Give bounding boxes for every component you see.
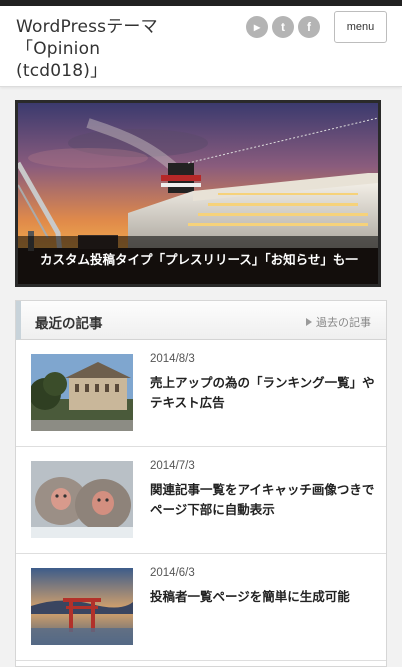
site-title[interactable]: WordPressテーマ「Opinion (tcd018)」: [16, 16, 186, 82]
twitter-icon[interactable]: t: [272, 16, 294, 38]
menu-button[interactable]: menu: [334, 11, 387, 43]
archive-link[interactable]: 過去の記事: [306, 314, 371, 330]
post-date: 2014/7/3: [150, 460, 195, 472]
rss-icon[interactable]: ▸: [246, 16, 268, 38]
post-date: 2014/8/3: [150, 353, 195, 365]
post-title[interactable]: 投稿者一覧ページを簡単に生成可能: [150, 587, 375, 607]
post-item[interactable]: 2014/6/3 投稿者一覧ページを簡単に生成可能: [16, 554, 386, 661]
slider-caption[interactable]: カスタム投稿タイプ「プレスリリース」「お知らせ」も一: [18, 236, 378, 284]
post-date: 2014/6/3: [150, 567, 195, 579]
post-thumbnail[interactable]: [31, 354, 133, 431]
recent-posts-header: 最近の記事 過去の記事: [16, 301, 386, 340]
facebook-icon[interactable]: f: [298, 16, 320, 38]
archive-link-label: 過去の記事: [316, 316, 371, 329]
post-thumbnail[interactable]: [31, 461, 133, 538]
triangle-right-icon: [306, 318, 312, 326]
recent-posts: 最近の記事 過去の記事 2014/8/3 売上アップの為の「ランキング一覧」やテ…: [15, 300, 387, 667]
post-title[interactable]: 関連記事一覧をアイキャッチ画像つきでページ下部に自動表示: [150, 480, 375, 520]
post-item[interactable]: 2014/7/3 関連記事一覧をアイキャッチ画像つきでページ下部に自動表示: [16, 447, 386, 554]
post-title[interactable]: 売上アップの為の「ランキング一覧」やテキスト広告: [150, 373, 375, 413]
site-header: WordPressテーマ「Opinion (tcd018)」 ▸ t f men…: [0, 6, 402, 87]
social-links: ▸ t f: [246, 16, 320, 38]
post-thumbnail[interactable]: [31, 568, 133, 645]
recent-posts-title: 最近の記事: [35, 316, 103, 332]
post-item[interactable]: 2014/8/3 売上アップの為の「ランキング一覧」やテキスト広告: [16, 340, 386, 447]
featured-slider[interactable]: カスタム投稿タイプ「プレスリリース」「お知らせ」も一: [15, 100, 381, 287]
